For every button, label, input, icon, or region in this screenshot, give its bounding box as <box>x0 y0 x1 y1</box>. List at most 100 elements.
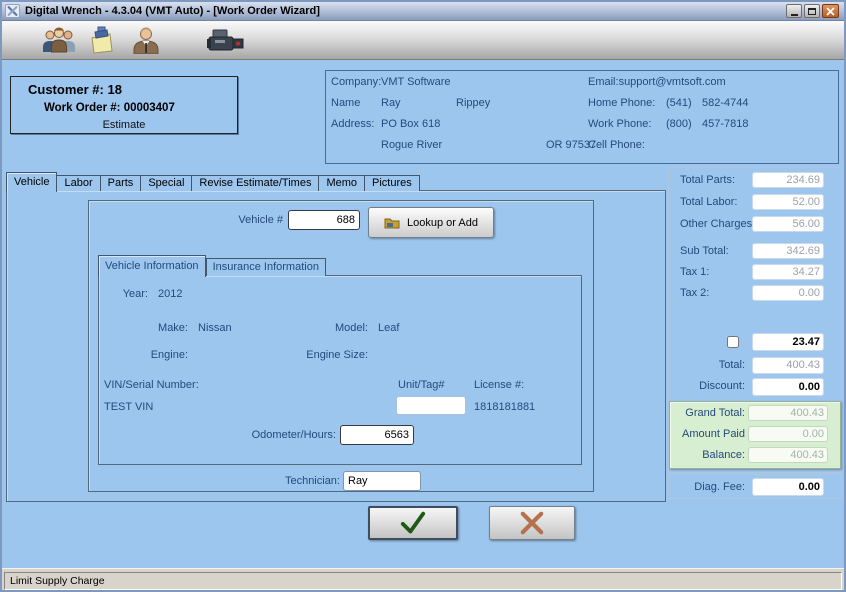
tab-parts[interactable]: Parts <box>101 175 142 191</box>
company-value: VMT Software <box>381 76 451 88</box>
maximize-icon <box>808 8 816 15</box>
lookup-or-add-button[interactable]: Lookup or Add <box>368 207 494 238</box>
address-label: Address: <box>331 118 374 130</box>
technician-input[interactable] <box>343 471 421 491</box>
customers-toolbar-button[interactable] <box>40 26 78 55</box>
wrench-icon <box>5 4 20 18</box>
discount-input[interactable] <box>752 378 824 396</box>
minimize-icon <box>791 14 798 16</box>
work-phone-area: (800) <box>666 118 692 130</box>
odometer-label: Odometer/Hours: <box>216 429 336 441</box>
email-label: Email: <box>588 76 619 88</box>
app-window: Digital Wrench - 4.3.04 (VMT Auto) - [Wo… <box>0 0 846 592</box>
diag-fee-label: Diag. Fee: <box>673 481 745 493</box>
unit-tag-label: Unit/Tag# <box>398 379 444 391</box>
grand-total-value: 400.43 <box>748 405 828 421</box>
sub-total-value: 342.69 <box>752 243 824 259</box>
engine-size-label: Engine Size: <box>268 349 368 361</box>
tax2-value: 0.00 <box>752 285 824 301</box>
vehicle-number-input[interactable] <box>288 210 360 230</box>
subtab-insurance-information[interactable]: Insurance Information <box>206 258 326 276</box>
maximize-button[interactable] <box>804 4 820 18</box>
titlebar: Digital Wrench - 4.3.04 (VMT Auto) - [Wo… <box>2 2 844 21</box>
sub-total-label: Sub Total: <box>680 245 729 257</box>
vin-serial-label: VIN/Serial Number: <box>104 379 199 391</box>
total-label: Total: <box>673 359 745 371</box>
cell-phone-label: Cell Phone: <box>588 139 645 151</box>
odometer-input[interactable] <box>340 425 414 445</box>
address-value: PO Box 618 <box>381 118 440 130</box>
ok-button[interactable] <box>368 506 458 540</box>
customer-number-line: Customer #: 18 <box>28 82 122 97</box>
work-order-number: 00003407 <box>124 102 175 114</box>
balance-value: 400.43 <box>748 447 828 463</box>
year-label: Year: <box>68 288 148 300</box>
close-button[interactable] <box>822 4 839 18</box>
estimate-stamp-icon <box>87 26 115 54</box>
cancel-button[interactable] <box>489 506 575 540</box>
tax1-label: Tax 1: <box>680 266 709 278</box>
total-labor-label: Total Labor: <box>680 196 737 208</box>
customer-number-value: 18 <box>107 82 121 97</box>
tab-pictures[interactable]: Pictures <box>365 175 420 191</box>
camera-icon <box>207 29 245 53</box>
lookup-or-add-label: Lookup or Add <box>407 217 478 229</box>
work-order-line: Work Order #: 00003407 <box>44 102 175 114</box>
diag-fee-input[interactable] <box>752 478 824 496</box>
estimate-toolbar-button[interactable] <box>86 26 116 55</box>
technician-icon <box>131 26 161 54</box>
home-phone-area: (541) <box>666 97 692 109</box>
folder-icon <box>384 216 400 229</box>
first-name-value: Ray <box>381 97 401 109</box>
last-name-value: Rippey <box>456 97 490 109</box>
technician-toolbar-button[interactable] <box>130 26 162 55</box>
tab-vehicle[interactable]: Vehicle <box>6 172 57 192</box>
subtab-vehicle-information[interactable]: Vehicle Information <box>98 255 206 277</box>
total-parts-label: Total Parts: <box>680 174 735 186</box>
technician-label: Technician: <box>220 475 340 487</box>
tax2-label: Tax 2: <box>680 287 709 299</box>
engine-label: Engine: <box>108 349 188 361</box>
work-order-status: Estimate <box>10 119 238 131</box>
tab-special[interactable]: Special <box>141 175 192 191</box>
discount-label: Discount: <box>673 380 745 392</box>
company-label: Company: <box>331 76 381 88</box>
tab-memo[interactable]: Memo <box>319 175 365 191</box>
unit-tag-input[interactable] <box>396 396 466 415</box>
vin-value: TEST VIN <box>104 401 153 413</box>
amount-paid-value: 0.00 <box>748 426 828 442</box>
x-mark-icon <box>518 511 546 535</box>
tab-labor[interactable]: Labor <box>57 175 100 191</box>
total-value: 400.43 <box>752 357 824 374</box>
supply-charge-checkbox[interactable] <box>727 336 739 348</box>
other-charges-value: 56.00 <box>752 216 824 232</box>
license-value: 1818181881 <box>474 401 535 413</box>
license-label: License #: <box>474 379 524 391</box>
vehicle-number-label: Vehicle # <box>183 214 283 226</box>
balance-label: Balance: <box>673 449 745 461</box>
email-line: Email:support@vmtsoft.com <box>588 76 726 88</box>
supply-charge-input[interactable] <box>752 333 824 351</box>
tax1-value: 34.27 <box>752 264 824 280</box>
home-phone-number: 582-4744 <box>702 97 749 109</box>
tab-revise-estimate-times[interactable]: Revise Estimate/Times <box>192 175 319 191</box>
work-phone-label: Work Phone: <box>588 118 651 130</box>
vehicle-subtab-bar: Vehicle Information Insurance Informatio… <box>98 254 326 276</box>
grand-total-label: Grand Total: <box>673 407 745 419</box>
work-phone-number: 457-7818 <box>702 118 749 130</box>
close-icon <box>826 7 835 16</box>
total-labor-value: 52.00 <box>752 194 824 210</box>
make-label: Make: <box>108 322 188 334</box>
checkmark-icon <box>396 510 430 536</box>
status-bar: Limit Supply Charge <box>2 568 844 592</box>
city-value: Rogue River <box>381 139 442 151</box>
year-value: 2012 <box>158 288 182 300</box>
main-tab-bar: Vehicle Labor Parts Special Revise Estim… <box>6 171 420 191</box>
other-charges-label: Other Charges: <box>680 218 755 230</box>
customer-number-label: Customer #: <box>28 82 104 97</box>
minimize-button[interactable] <box>786 4 802 18</box>
name-label: Name <box>331 97 360 109</box>
total-parts-value: 234.69 <box>752 172 824 188</box>
camera-toolbar-button[interactable] <box>206 29 246 54</box>
email-value: support@vmtsoft.com <box>619 76 726 88</box>
